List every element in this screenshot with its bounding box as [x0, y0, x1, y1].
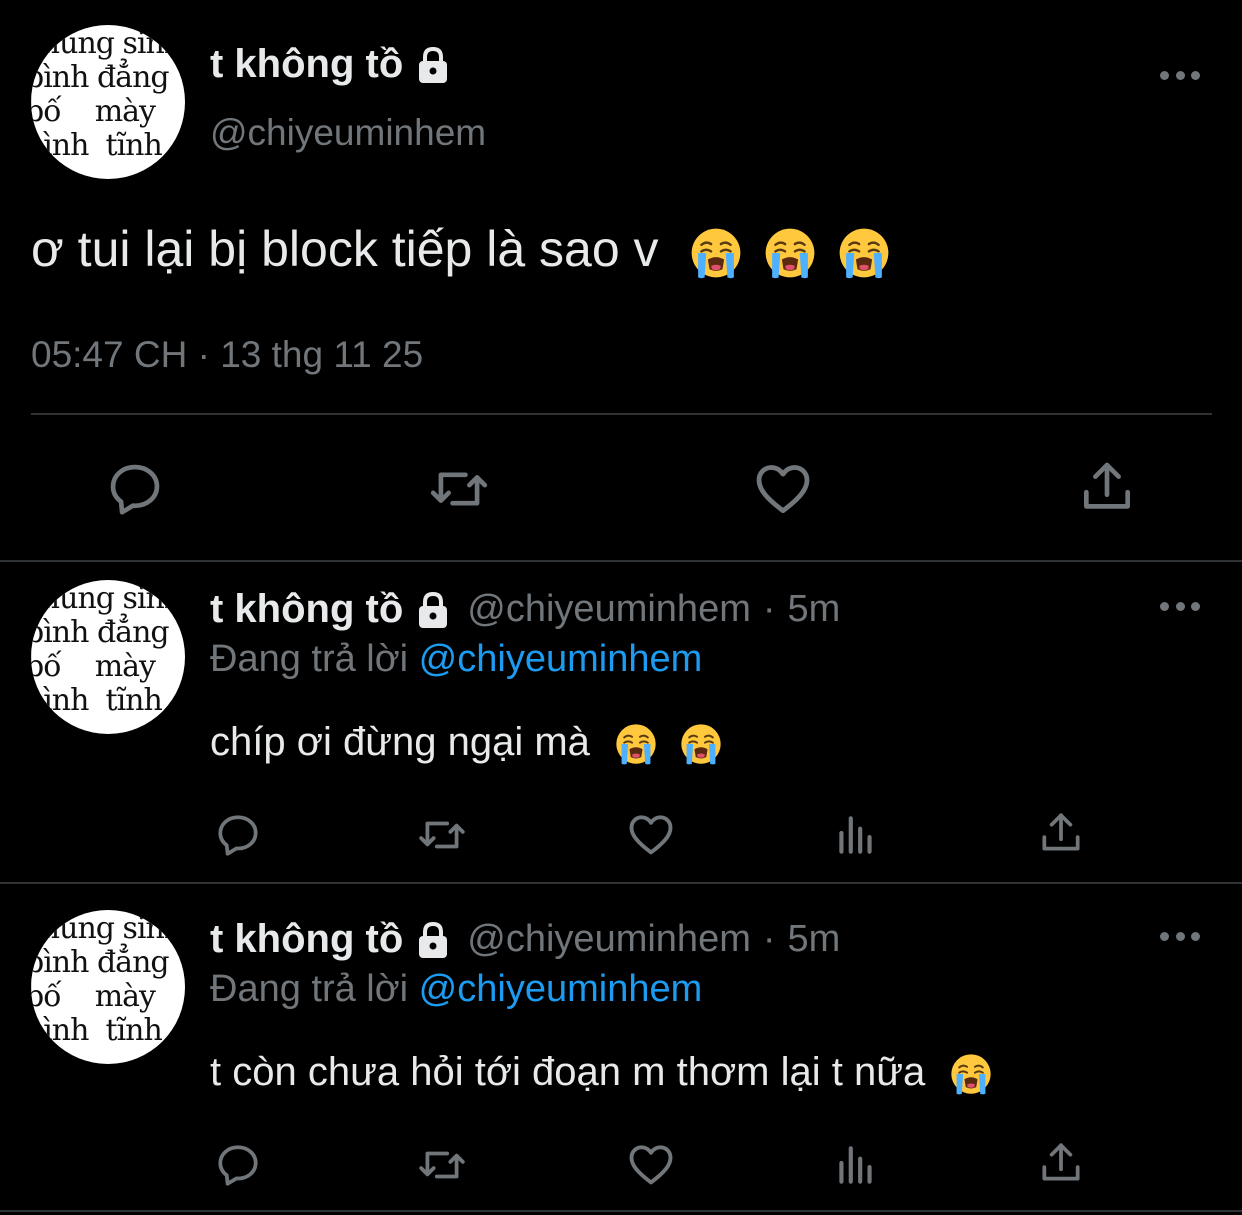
share-button[interactable]	[1076, 456, 1138, 518]
mention-link[interactable]: @chiyeuminhem	[419, 968, 703, 1010]
reply-time[interactable]: 5m	[788, 918, 841, 961]
retweet-button[interactable]	[426, 458, 492, 520]
handle[interactable]: @chiyeuminhem	[467, 588, 751, 631]
retweet-icon	[415, 810, 469, 860]
retweet-button[interactable]	[415, 810, 469, 860]
reply-button[interactable]	[213, 810, 263, 860]
heart-icon	[624, 808, 678, 860]
display-name[interactable]: t không tồ	[210, 42, 453, 87]
lock-icon	[413, 590, 453, 630]
replying-label: Đang trả lời	[210, 968, 409, 1010]
like-button[interactable]	[624, 1138, 678, 1190]
separator: ·	[762, 588, 776, 630]
crying-face-icon	[690, 227, 742, 279]
display-name-text: t không tồ	[210, 42, 404, 86]
reply-header: t không tồ @chiyeuminhem · 5m	[210, 587, 840, 632]
like-button[interactable]	[624, 808, 678, 860]
lock-icon	[413, 45, 453, 85]
avatar-image-text: chúng sinh bình đẳng bố mày bình tĩnh	[31, 26, 183, 163]
stats-icon	[831, 810, 881, 860]
more-options-icon[interactable]	[1160, 930, 1200, 942]
avatar-image-text: chúng sinh bình đẳng bố mày bình tĩnh	[31, 581, 183, 718]
divider	[0, 1210, 1242, 1212]
replying-to: Đang trả lời @chiyeuminhem	[210, 968, 702, 1011]
reply-text: chíp ơi đừng ngại mà	[210, 720, 722, 765]
divider	[31, 413, 1212, 415]
share-button[interactable]	[1036, 808, 1086, 858]
reply-text-content: chíp ơi đừng ngại mà	[210, 720, 590, 764]
avatar[interactable]: chúng sinh bình đẳng bố mày bình tĩnh	[31, 25, 185, 179]
separator: ·	[762, 918, 776, 960]
tweet-timestamp[interactable]: 05:47 CH · 13 thg 11 25	[31, 334, 423, 376]
share-button[interactable]	[1036, 1138, 1086, 1188]
crying-face-icon	[615, 723, 657, 765]
heart-icon	[624, 1138, 678, 1190]
retweet-icon	[426, 458, 492, 520]
reply-text: t còn chưa hỏi tới đoạn m thơm lại t nữa	[210, 1050, 992, 1095]
reply-icon	[213, 1140, 263, 1190]
reply-text-content: t còn chưa hỏi tới đoạn m thơm lại t nữa	[210, 1050, 926, 1094]
more-options-icon[interactable]	[1160, 69, 1200, 81]
crying-face-icon	[680, 723, 722, 765]
reply-header: t không tồ @chiyeuminhem · 5m	[210, 917, 840, 962]
crying-face-icon	[838, 227, 890, 279]
retweet-icon	[415, 1140, 469, 1190]
views-button[interactable]	[831, 810, 881, 860]
reply-icon	[213, 810, 263, 860]
share-icon	[1036, 808, 1086, 858]
more-options-icon[interactable]	[1160, 600, 1200, 612]
like-button[interactable]	[750, 456, 816, 520]
share-icon	[1076, 456, 1138, 518]
heart-icon	[750, 456, 816, 520]
reply-button[interactable]	[213, 1140, 263, 1190]
handle[interactable]: @chiyeuminhem	[467, 918, 751, 961]
views-button[interactable]	[831, 1140, 881, 1190]
replying-to: Đang trả lời @chiyeuminhem	[210, 638, 702, 681]
share-icon	[1036, 1138, 1086, 1188]
handle[interactable]: @chiyeuminhem	[210, 112, 486, 154]
reply-time[interactable]: 5m	[788, 588, 841, 631]
lock-icon	[413, 920, 453, 960]
display-name[interactable]: t không tồ	[210, 587, 403, 632]
tweet-text: ơ tui lại bị block tiếp là sao v	[31, 220, 890, 279]
reply-button[interactable]	[104, 458, 166, 520]
divider	[0, 560, 1242, 562]
display-name[interactable]: t không tồ	[210, 917, 403, 962]
mention-link[interactable]: @chiyeuminhem	[419, 638, 703, 680]
divider	[0, 882, 1242, 884]
crying-face-icon	[764, 227, 816, 279]
crying-face-icon	[950, 1053, 992, 1095]
avatar[interactable]: chúng sinh bình đẳng bố mày bình tĩnh	[31, 910, 185, 1064]
reply-icon	[104, 458, 166, 520]
replying-label: Đang trả lời	[210, 638, 409, 680]
avatar[interactable]: chúng sinh bình đẳng bố mày bình tĩnh	[31, 580, 185, 734]
tweet-text-content: ơ tui lại bị block tiếp là sao v	[31, 221, 659, 277]
avatar-image-text: chúng sinh bình đẳng bố mày bình tĩnh	[31, 911, 183, 1048]
retweet-button[interactable]	[415, 1140, 469, 1190]
tweet-thread: chúng sinh bình đẳng bố mày bình tĩnh t …	[0, 0, 1242, 1215]
stats-icon	[831, 1140, 881, 1190]
